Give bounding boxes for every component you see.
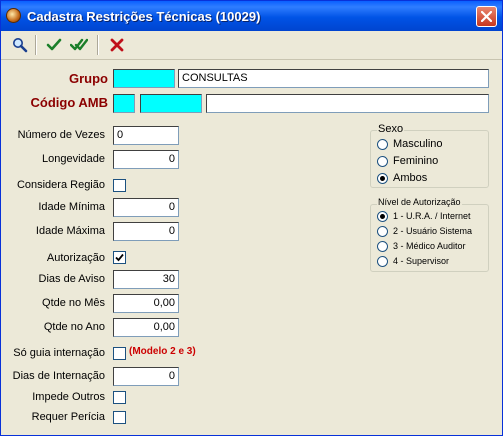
toolbar <box>1 31 502 60</box>
sexo-option-label: Ambos <box>393 172 428 184</box>
sexo-radio-masculino[interactable] <box>377 139 388 150</box>
checkmark-icon <box>115 253 124 262</box>
x-icon <box>110 38 124 52</box>
grupo-label: Grupo <box>69 71 108 86</box>
search-button[interactable] <box>9 34 31 56</box>
toolbar-separator <box>97 35 99 55</box>
nivel-option-label: 3 - Médico Auditor <box>393 241 466 251</box>
radio-selected-dot <box>380 176 385 181</box>
sexo-group-title: Sexo <box>377 123 405 135</box>
dias-internacao-input[interactable]: 0 <box>113 367 179 386</box>
confirm-all-button[interactable] <box>67 34 89 56</box>
dialog-window: Cadastra Restrições Técnicas (10029) Gru… <box>0 0 503 436</box>
codigo-amb-label: Código AMB <box>30 95 109 110</box>
autorizacao-label: Autorização <box>46 252 105 264</box>
idade-maxima-input[interactable]: 0 <box>113 222 179 241</box>
search-icon <box>13 38 28 53</box>
toolbar-separator <box>35 35 37 55</box>
idade-minima-label: Idade Mínima <box>38 201 105 213</box>
nivel-group-title: Nível de Autorização <box>377 197 462 207</box>
codigo-amb-part1-input[interactable] <box>113 94 135 113</box>
qtde-ano-input[interactable]: 0,00 <box>113 318 179 337</box>
so-guia-checkbox[interactable] <box>113 347 126 360</box>
requer-pericia-label: Requer Perícia <box>31 411 105 423</box>
nivel-radio-3[interactable] <box>377 241 388 252</box>
autorizacao-checkbox[interactable] <box>113 251 126 264</box>
app-icon <box>6 8 21 23</box>
idade-maxima-label: Idade Máxima <box>35 225 105 237</box>
qtde-mes-label: Qtde no Mês <box>42 297 105 309</box>
dias-aviso-input[interactable]: 30 <box>113 270 179 289</box>
nivel-option-label: 2 - Usuário Sistema <box>393 226 473 236</box>
numero-vezes-input[interactable]: 0 <box>113 126 179 145</box>
considera-regiao-label: Considera Região <box>16 179 105 191</box>
double-check-icon <box>70 38 88 51</box>
impede-outros-checkbox[interactable] <box>113 391 126 404</box>
dias-aviso-label: Dias de Aviso <box>38 273 105 285</box>
sexo-option-label: Masculino <box>393 138 443 150</box>
nivel-radio-2[interactable] <box>377 226 388 237</box>
codigo-amb-description-field[interactable] <box>206 94 489 113</box>
check-icon <box>46 38 62 51</box>
modelo-note: (Modelo 2 e 3) <box>129 346 196 357</box>
idade-minima-input[interactable]: 0 <box>113 198 179 217</box>
longevidade-label: Longevidade <box>41 153 105 165</box>
confirm-button[interactable] <box>43 34 65 56</box>
close-icon <box>481 11 492 22</box>
so-guia-label: Só guia internação <box>13 347 105 359</box>
dias-internacao-label: Dias de Internação <box>12 370 105 382</box>
requer-pericia-checkbox[interactable] <box>113 411 126 424</box>
radio-selected-dot <box>380 214 385 219</box>
sexo-option-label: Feminino <box>393 155 439 167</box>
cancel-button[interactable] <box>106 34 128 56</box>
window-title: Cadastra Restrições Técnicas (10029) <box>27 9 261 24</box>
grupo-description-field[interactable]: CONSULTAS <box>178 69 489 88</box>
longevidade-input[interactable]: 0 <box>113 150 179 169</box>
considera-regiao-checkbox[interactable] <box>113 179 126 192</box>
grupo-code-input[interactable] <box>113 69 175 88</box>
qtde-ano-label: Qtde no Ano <box>43 321 105 333</box>
impede-outros-label: Impede Outros <box>32 391 105 403</box>
title-bar[interactable]: Cadastra Restrições Técnicas (10029) <box>1 1 502 31</box>
nivel-radio-1[interactable] <box>377 211 388 222</box>
qtde-mes-input[interactable]: 0,00 <box>113 294 179 313</box>
nivel-radio-4[interactable] <box>377 256 388 267</box>
sexo-radio-feminino[interactable] <box>377 156 388 167</box>
close-button[interactable] <box>476 6 497 27</box>
nivel-option-label: 1 - U.R.A. / Internet <box>393 211 471 221</box>
sexo-radio-ambos[interactable] <box>377 173 388 184</box>
nivel-option-label: 4 - Supervisor <box>393 256 450 266</box>
codigo-amb-part2-input[interactable] <box>140 94 202 113</box>
numero-vezes-label: Número de Vezes <box>17 129 105 141</box>
